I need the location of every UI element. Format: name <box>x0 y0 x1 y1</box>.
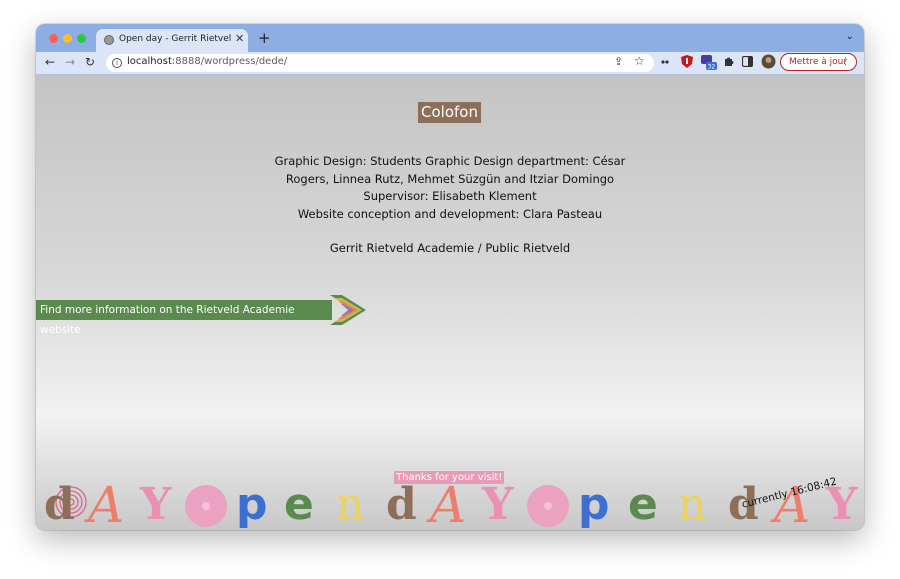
credits-line: Website conception and development: Clar… <box>297 206 603 221</box>
credits-block: Graphic Design: Students Graphic Design … <box>250 153 650 258</box>
tab-title: Open day - Gerrit Rietveld Academie <box>119 34 231 44</box>
ublock-icon[interactable] <box>681 55 693 68</box>
reload-button[interactable]: ↻ <box>85 55 95 69</box>
credits-line: Supervisor: Elisabeth Klement <box>363 189 537 203</box>
pink-circle-letter-o <box>185 485 227 527</box>
back-button[interactable]: ← <box>45 55 55 69</box>
banner-letter: A <box>88 476 125 530</box>
tab-search-icon[interactable]: ⌄ <box>846 31 854 42</box>
page-title: Colofon <box>418 102 481 123</box>
banner-letter: d <box>44 479 75 530</box>
arrow-right-icon[interactable] <box>330 295 368 325</box>
credits-line: Graphic Design: Students Graphic Design … <box>274 154 626 168</box>
browser-toolbar: ← → ↻ i localhost:8888/wordpress/dede/ ⇪… <box>36 52 864 75</box>
page-content: Colofon Graphic Design: Students Graphic… <box>36 75 864 530</box>
url-text: localhost:8888/wordpress/dede/ <box>127 56 288 67</box>
banner-letter: e <box>628 479 658 530</box>
tab-strip: Open day - Gerrit Rietveld Academie ✕ + … <box>36 24 864 52</box>
profile-avatar[interactable] <box>761 54 776 69</box>
close-window-button[interactable] <box>49 34 58 43</box>
banner-letter: n <box>678 479 707 530</box>
banner-letter: A <box>430 476 467 530</box>
extension-badge-icon[interactable]: 32 <box>701 55 717 71</box>
banner-letter: p <box>578 479 610 530</box>
tab-open-day[interactable]: Open day - Gerrit Rietveld Academie ✕ <box>96 29 248 52</box>
forward-button[interactable]: → <box>65 55 75 69</box>
password-key-icon[interactable] <box>661 58 671 66</box>
pink-circle-letter-o <box>527 485 569 527</box>
banner-letter: p <box>236 479 268 530</box>
banner-letter: e <box>284 479 314 530</box>
minimize-window-button[interactable] <box>63 34 72 43</box>
banner-letter: Y <box>140 479 172 530</box>
new-tab-button[interactable]: + <box>258 29 271 47</box>
organisation-line: Gerrit Rietveld Academie / Public Rietve… <box>329 241 571 255</box>
open-day-banner: d A Y p e n d A Y p e n d A Y <box>36 476 864 531</box>
puzzle-extensions-icon[interactable] <box>723 56 734 67</box>
globe-icon <box>104 35 114 45</box>
share-icon[interactable]: ⇪ <box>614 55 623 68</box>
update-button[interactable]: Mettre à jour ⋮ <box>780 53 857 71</box>
bookmark-star-icon[interactable]: ☆ <box>634 54 645 68</box>
maximize-window-button[interactable] <box>77 34 86 43</box>
credits-line: Rogers, Linnea Rutz, Mehmet Süzgün and I… <box>285 171 615 186</box>
close-tab-icon[interactable]: ✕ <box>235 32 244 45</box>
info-icon[interactable]: i <box>112 58 122 68</box>
address-bar[interactable]: i localhost:8888/wordpress/dede/ ⇪ ☆ <box>106 54 654 72</box>
svg-text:32: 32 <box>708 64 716 71</box>
browser-window: Open day - Gerrit Rietveld Academie ✕ + … <box>36 24 864 530</box>
side-panel-icon[interactable] <box>742 56 753 67</box>
rietveld-website-link[interactable]: Find more information on the Rietveld Ac… <box>36 300 332 336</box>
banner-letter: n <box>336 479 365 530</box>
banner-letter: Y <box>482 479 514 530</box>
banner-letter: d <box>386 479 417 530</box>
